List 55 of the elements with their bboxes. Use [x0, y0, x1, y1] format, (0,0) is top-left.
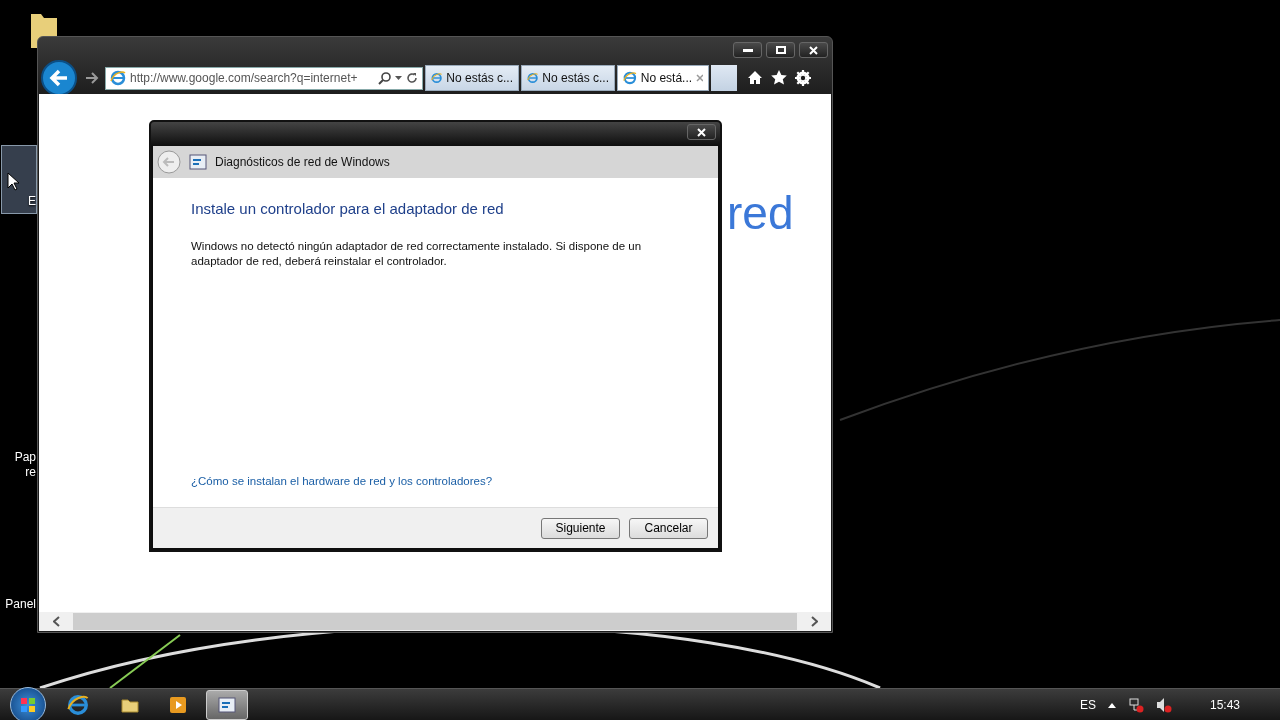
dialog-message: Windows no detectó ningún adaptador de red correctamente instalado. Si dispone de un adaptador de red, deberá reinstalar el controlador. [191, 239, 643, 269]
cancel-button[interactable]: Cancelar [629, 517, 708, 539]
minimize-icon [742, 48, 753, 52]
folder-icon [121, 697, 139, 713]
home-icon[interactable] [747, 70, 763, 85]
mouse-cursor-icon [7, 172, 19, 191]
star-icon[interactable] [771, 70, 787, 85]
desktop-icon-label: E [28, 194, 36, 209]
browser-icon [527, 70, 539, 86]
scrollbar-thumb[interactable] [73, 613, 797, 630]
desktop-icon-label: Panel [5, 597, 36, 612]
forward-arrow-icon [85, 72, 99, 84]
language-indicator[interactable]: ES [1079, 698, 1096, 712]
dialog-title: Diagnósticos de red de Windows [215, 155, 390, 169]
back-button[interactable] [41, 60, 77, 96]
browser-tab[interactable]: No estás c... [521, 65, 615, 91]
next-button[interactable]: Siguiente [541, 517, 620, 539]
close-icon [809, 45, 818, 55]
search-icon[interactable] [378, 71, 391, 85]
maximize-button[interactable] [766, 42, 795, 58]
minimize-button[interactable] [733, 42, 762, 58]
scroll-right-icon[interactable] [810, 616, 818, 627]
speaker-muted-icon[interactable] [1155, 697, 1172, 713]
desktop-icon-label: re [25, 465, 36, 480]
network-window-icon [189, 154, 207, 170]
forward-button[interactable] [85, 72, 99, 84]
dropdown-caret-icon[interactable] [395, 76, 402, 80]
desktop-icon-label: Pap [14, 450, 36, 465]
dialog-heading: Instale un controlador para el adaptador de red [191, 200, 505, 217]
address-field[interactable]: http://www.google.com/search?q=internet+ [105, 66, 423, 90]
help-link[interactable]: ¿Cómo se instalan el hardware de red y los controladores? [191, 475, 493, 487]
scroll-left-icon[interactable] [52, 616, 60, 627]
windows-logo-icon [20, 697, 36, 713]
refresh-icon[interactable] [406, 72, 418, 84]
close-tab-icon[interactable] [696, 74, 703, 82]
close-button[interactable] [687, 124, 716, 140]
browser-tab[interactable]: No estás c... [425, 65, 519, 91]
media-player-icon [169, 696, 187, 714]
close-icon [697, 127, 706, 137]
network-error-icon[interactable] [1127, 697, 1144, 713]
browser-tab[interactable]: No está... [617, 65, 709, 91]
page-heading-text: red [727, 186, 794, 240]
address-text: http://www.google.com/search?q=internet+ [130, 71, 359, 85]
tray-arrow-icon[interactable] [1107, 702, 1116, 708]
start-button[interactable] [10, 687, 46, 720]
browser-icon [67, 694, 89, 716]
browser-icon [110, 70, 126, 86]
maximize-icon [775, 46, 786, 54]
browser-icon [431, 70, 443, 86]
clock[interactable]: 15:43 [1209, 698, 1240, 712]
network-window-icon [218, 697, 236, 713]
back-arrow-icon [49, 69, 69, 87]
settings-icon[interactable] [795, 70, 811, 86]
close-button[interactable] [799, 42, 828, 58]
browser-icon [623, 70, 637, 86]
